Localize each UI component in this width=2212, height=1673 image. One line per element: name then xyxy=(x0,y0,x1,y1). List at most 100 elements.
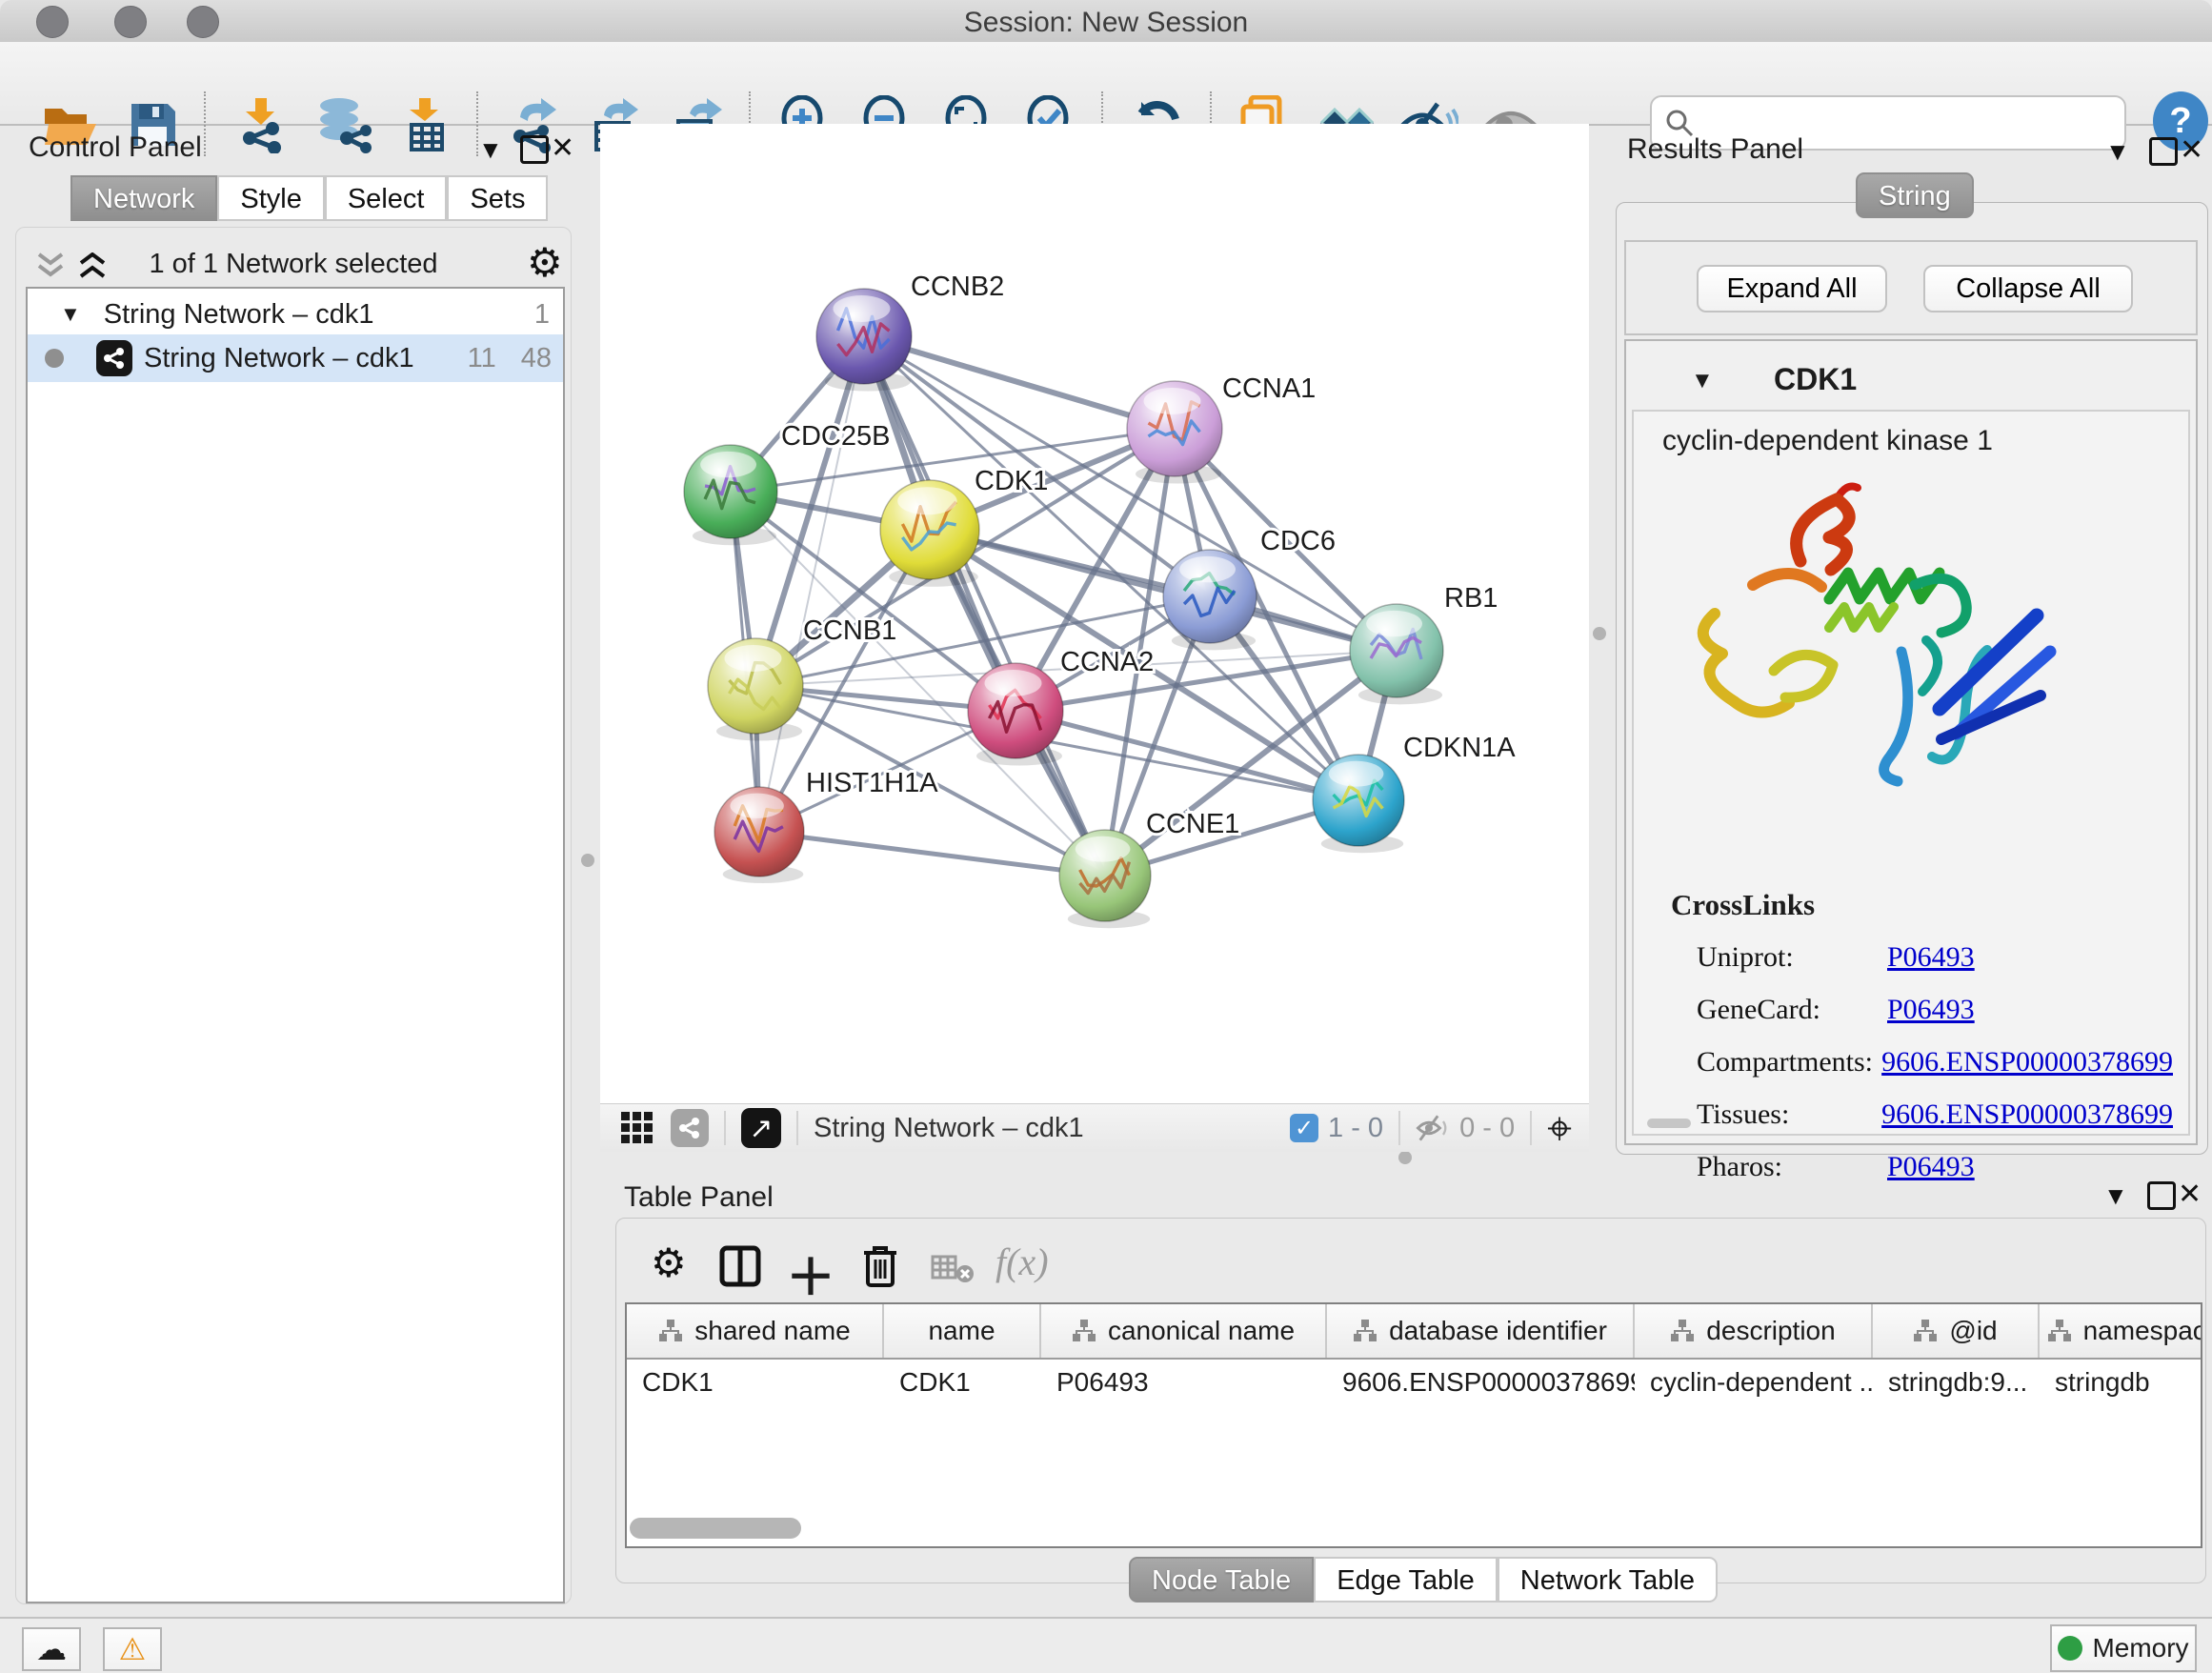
network-icon xyxy=(96,340,132,376)
tab-select[interactable]: Select xyxy=(325,175,448,221)
selected-checkbox-icon[interactable]: ✓ xyxy=(1290,1114,1318,1142)
import-network-database-button[interactable] xyxy=(312,95,373,154)
control-panel-tabs: NetworkStyleSelectSets xyxy=(70,175,548,221)
node-label-CCNB2: CCNB2 xyxy=(911,272,1004,302)
grid-view-icon[interactable] xyxy=(619,1110,655,1146)
column-header-canonical-name[interactable]: canonical name xyxy=(1041,1304,1327,1358)
column-header-database-identifier[interactable]: database identifier xyxy=(1327,1304,1635,1358)
results-horizontal-scrollbar[interactable] xyxy=(1647,1119,1691,1128)
crosslink-label: Uniprot: xyxy=(1697,941,1887,974)
table-cell[interactable]: stringdb:9... xyxy=(1873,1360,2040,1405)
table-cell[interactable]: CDK1 xyxy=(884,1360,1041,1405)
control-panel-float-icon[interactable] xyxy=(520,135,549,164)
node-HIST1H1A[interactable]: HIST1H1A xyxy=(714,768,938,883)
node-label-HIST1H1A: HIST1H1A xyxy=(806,768,938,798)
delete-trash-icon[interactable] xyxy=(860,1243,900,1289)
right-splitter-grip[interactable] xyxy=(1593,627,1606,640)
add-column-plus-icon[interactable]: ＋ xyxy=(786,1238,835,1309)
window-title: Session: New Session xyxy=(0,7,2212,39)
tab-node-table[interactable]: Node Table xyxy=(1129,1557,1314,1602)
tab-network[interactable]: Network xyxy=(70,175,217,221)
birds-eye-view-icon[interactable]: ↗ xyxy=(741,1108,781,1148)
toolbar-divider xyxy=(796,1111,798,1145)
collection-count: 1 xyxy=(534,299,550,331)
column-header--id[interactable]: @id xyxy=(1873,1304,2040,1358)
network-canvas[interactable]: CCNB2CCNA1CDC25BCDK1CDC6RB1CCNB1CCNA2CDK… xyxy=(600,124,1589,1103)
table-panel-float-icon[interactable] xyxy=(2147,1181,2176,1210)
column-header-description[interactable]: description xyxy=(1635,1304,1873,1358)
table-panel-collapse-icon[interactable]: ▼ xyxy=(2103,1181,2128,1211)
results-tab-string[interactable]: String xyxy=(1856,172,1974,218)
memory-button[interactable]: Memory xyxy=(2050,1624,2197,1672)
network-graph[interactable]: CCNB2CCNA1CDC25BCDK1CDC6RB1CCNB1CCNA2CDK… xyxy=(600,124,1589,1103)
node-CCNA1[interactable]: CCNA1 xyxy=(1127,373,1316,484)
import-table-file-button[interactable] xyxy=(394,95,455,154)
results-panel-close-icon[interactable]: ✕ xyxy=(2180,133,2203,167)
table-options-gear-icon[interactable]: ⚙ xyxy=(651,1243,687,1283)
results-panel-float-icon[interactable] xyxy=(2149,137,2178,166)
edge-CCNB2-CCNA1[interactable] xyxy=(864,336,1175,429)
collapse-all-button[interactable]: Collapse All xyxy=(1923,265,2133,312)
table-horizontal-scrollbar[interactable] xyxy=(630,1518,801,1539)
control-panel-collapse-icon[interactable]: ▼ xyxy=(478,135,503,165)
table-cell[interactable]: P06493 xyxy=(1041,1360,1327,1405)
table-row[interactable]: CDK1CDK1P064939606.ENSP00000378699cyclin… xyxy=(627,1360,2201,1405)
hidden-eye-icon[interactable] xyxy=(1416,1114,1450,1142)
table-panel-close-icon[interactable]: ✕ xyxy=(2178,1178,2202,1211)
table-tabs: Node TableEdge TableNetwork Table xyxy=(1129,1557,1718,1602)
results-buttons-box: Expand All Collapse All xyxy=(1624,240,2198,335)
warning-icon: ⚠ xyxy=(119,1631,147,1667)
hidden-count: 0 - 0 xyxy=(1459,1113,1515,1144)
node-CDK1[interactable]: CDK1 xyxy=(880,466,1048,587)
show-columns-icon[interactable] xyxy=(719,1245,761,1287)
results-panel-collapse-icon[interactable]: ▼ xyxy=(2105,137,2130,167)
node-CCNE1[interactable]: CCNE1 xyxy=(1059,809,1239,928)
crosshair-icon[interactable]: ⌖ xyxy=(1547,1106,1572,1150)
node-CDC6[interactable]: CDC6 xyxy=(1163,526,1336,650)
node-RB1[interactable]: RB1 xyxy=(1350,583,1498,704)
edge-HIST1H1A-CCNE1[interactable] xyxy=(759,832,1105,876)
network-options-gear-icon[interactable]: ⚙ xyxy=(527,243,563,283)
table-body: CDK1CDK1P064939606.ENSP00000378699cyclin… xyxy=(627,1360,2201,1405)
crosslink-link[interactable]: 9606.ENSP00000378699 xyxy=(1881,1099,2173,1131)
column-header-name[interactable]: name xyxy=(884,1304,1041,1358)
expand-all-button[interactable]: Expand All xyxy=(1697,265,1887,312)
network-collection-row[interactable]: ▼ String Network – cdk1 1 xyxy=(28,292,563,336)
cloud-status-button[interactable]: ☁ xyxy=(22,1627,81,1671)
crosslink-link[interactable]: P06493 xyxy=(1887,994,1975,1026)
control-panel-close-icon[interactable]: ✕ xyxy=(551,131,574,165)
network-selection-status: 1 of 1 Network selected xyxy=(16,249,571,280)
left-splitter-grip[interactable] xyxy=(581,854,594,867)
tab-network-table[interactable]: Network Table xyxy=(1498,1557,1718,1602)
tree-expand-triangle-icon[interactable]: ▼ xyxy=(60,302,81,327)
crosslink-link[interactable]: 9606.ENSP00000378699 xyxy=(1881,1046,2173,1078)
column-header-namespace[interactable]: namespace xyxy=(2040,1304,2202,1358)
crosslink-row: Uniprot:P06493 xyxy=(1697,931,2173,983)
network-row[interactable]: String Network – cdk1 11 48 xyxy=(28,334,563,382)
column-header-shared-name[interactable]: shared name xyxy=(627,1304,884,1358)
table-cell[interactable]: stringdb xyxy=(2040,1360,2202,1405)
table-cell[interactable]: CDK1 xyxy=(627,1360,884,1405)
column-header-label: @id xyxy=(1949,1316,1997,1346)
crosslink-link[interactable]: P06493 xyxy=(1887,1151,1975,1183)
node-CDKN1A[interactable]: CDKN1A xyxy=(1313,733,1516,853)
import-network-file-button[interactable] xyxy=(231,95,292,154)
node-label-CCNA1: CCNA1 xyxy=(1222,373,1316,404)
network-share-view-icon[interactable] xyxy=(671,1109,709,1147)
tab-style[interactable]: Style xyxy=(217,175,324,221)
crosslink-row: Compartments:9606.ENSP00000378699 xyxy=(1697,1036,2173,1088)
toolbar-divider xyxy=(1398,1111,1400,1145)
tab-sets[interactable]: Sets xyxy=(447,175,548,221)
protein-structure-image[interactable] xyxy=(1686,471,2077,795)
node-CCNB1[interactable]: CCNB1 xyxy=(708,615,896,741)
table-cell[interactable]: 9606.ENSP00000378699 xyxy=(1327,1360,1635,1405)
protein-collapse-triangle-icon[interactable]: ▼ xyxy=(1691,368,1714,394)
crosslink-link[interactable]: P06493 xyxy=(1887,941,1975,974)
results-panel-title: Results Panel xyxy=(1627,133,1803,166)
warnings-button[interactable]: ⚠ xyxy=(103,1627,162,1671)
bottom-splitter-grip[interactable] xyxy=(1398,1151,1412,1164)
table-cell[interactable]: cyclin-dependent ... xyxy=(1635,1360,1873,1405)
column-header-label: name xyxy=(928,1316,995,1346)
tab-edge-table[interactable]: Edge Table xyxy=(1314,1557,1498,1602)
shared-column-icon xyxy=(1913,1319,1938,1343)
